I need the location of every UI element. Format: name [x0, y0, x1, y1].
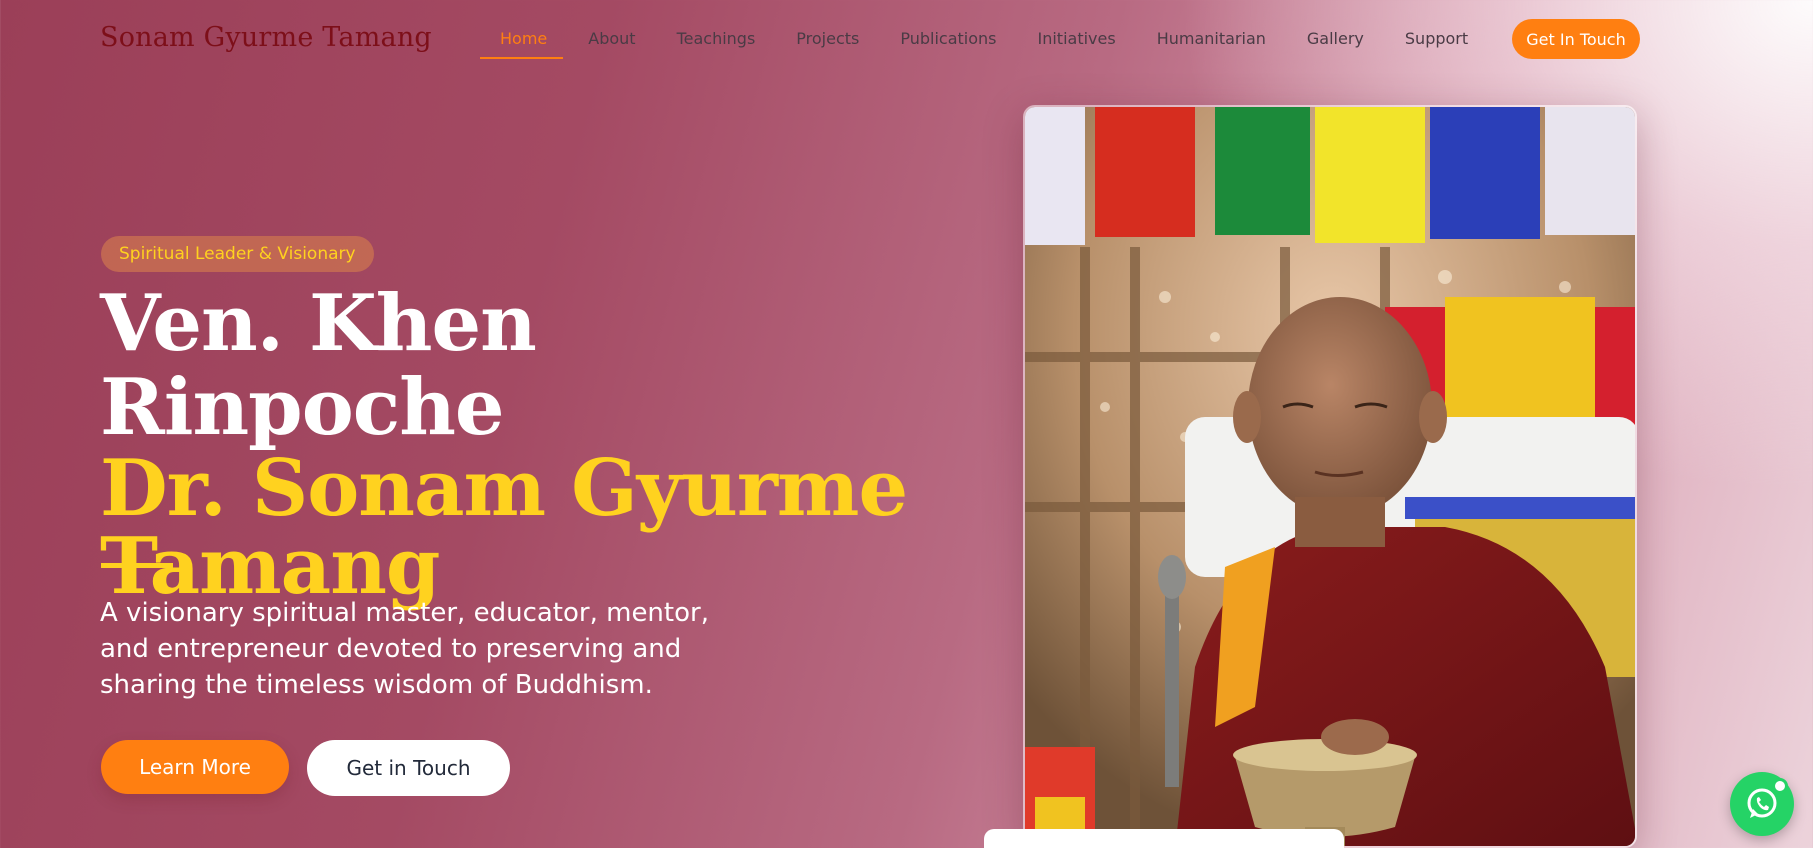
- nav-item-teachings[interactable]: Teachings: [677, 26, 756, 51]
- hero-description: A visionary spiritual master, educator, …: [100, 598, 709, 700]
- nav-item-home[interactable]: Home: [479, 26, 564, 59]
- nav-links: Home About Teachings Projects Publicatio…: [479, 26, 1468, 59]
- hero-title-line1: Ven. Khen Rinpoche: [100, 278, 537, 453]
- hero-portrait-photo: [1023, 105, 1637, 848]
- nav-item-projects[interactable]: Projects: [796, 26, 859, 51]
- get-in-touch-nav-button[interactable]: Get In Touch: [1512, 19, 1640, 59]
- nav-item-support[interactable]: Support: [1405, 26, 1468, 51]
- nav-item-about[interactable]: About: [588, 26, 635, 51]
- nav-item-humanitarian[interactable]: Humanitarian: [1157, 26, 1266, 51]
- nav-item-initiatives[interactable]: Initiatives: [1038, 26, 1116, 51]
- learn-more-button[interactable]: Learn More: [101, 740, 289, 794]
- get-in-touch-button[interactable]: Get in Touch: [307, 740, 510, 796]
- hero-title: Ven. Khen Rinpoche Dr. Sonam Gyurme Tama…: [100, 282, 920, 606]
- photo-caption-card: [984, 829, 1344, 848]
- hero-title-line2: Dr. Sonam Gyurme: [100, 443, 908, 534]
- title-divider: [101, 563, 173, 568]
- hero-badge: Spiritual Leader & Visionary: [101, 236, 374, 272]
- nav-item-gallery[interactable]: Gallery: [1307, 26, 1364, 51]
- nav-item-publications[interactable]: Publications: [900, 26, 996, 51]
- notification-dot: [1772, 778, 1788, 794]
- brand-logo-text[interactable]: Sonam Gyurme Tamang: [100, 22, 432, 53]
- top-navigation: Sonam Gyurme Tamang Home About Teachings…: [0, 0, 1813, 78]
